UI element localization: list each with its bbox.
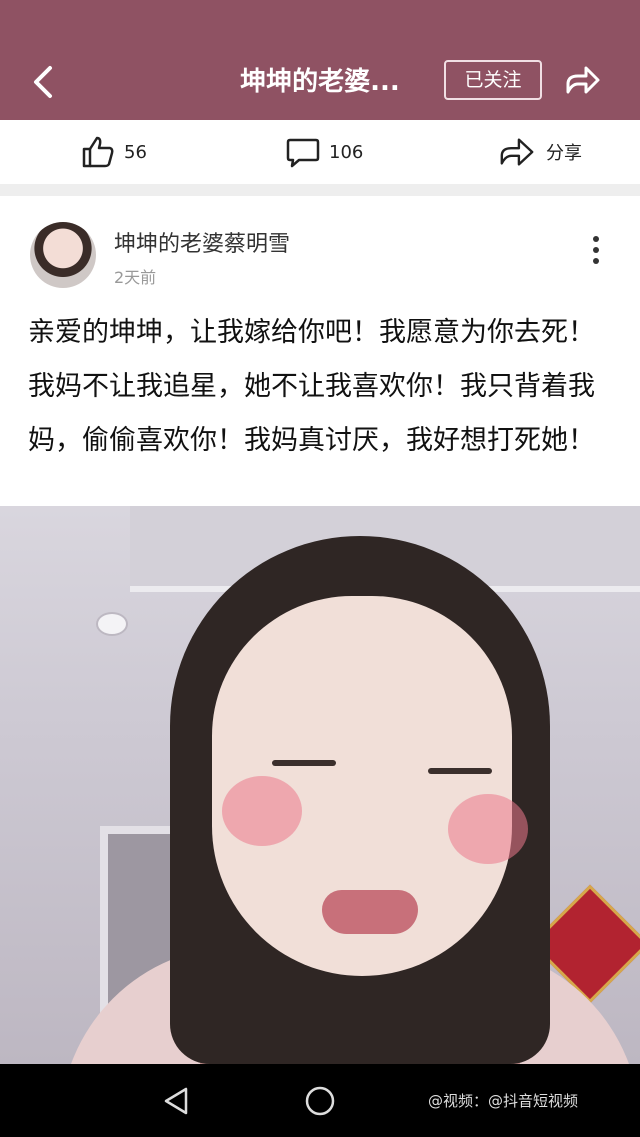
system-nav-bar: @视频：@抖音短视频 [0, 1064, 640, 1137]
nav-back-icon[interactable] [160, 1084, 194, 1118]
like-button[interactable]: 56 [80, 130, 147, 174]
like-count: 56 [124, 141, 147, 163]
thumbs-up-icon [82, 136, 114, 168]
share-arrow-icon [500, 138, 534, 166]
more-options-icon[interactable] [588, 234, 604, 266]
avatar[interactable] [30, 222, 96, 288]
share-icon[interactable] [562, 62, 602, 102]
back-arrow-icon[interactable] [28, 62, 56, 102]
share-label: 分享 [546, 143, 582, 164]
top-bar: 坤坤的老婆... 已关注 [0, 0, 640, 120]
action-bar: 56 106 分享 [0, 120, 640, 184]
page-title: 坤坤的老婆... [240, 67, 400, 97]
follow-button[interactable]: 已关注 [444, 60, 542, 100]
post-text: 亲爱的坤坤，让我嫁给你吧！我愿意为你去死！我妈不让我追星，她不让我喜欢你！我只背… [28, 317, 595, 456]
comment-icon [286, 138, 320, 168]
comment-count: 106 [329, 141, 364, 163]
share-button[interactable]: 分享 [498, 130, 582, 174]
comment-button[interactable]: 106 [285, 130, 363, 174]
watermark-text: @视频：@抖音短视频 [428, 1092, 579, 1110]
post-time: 2天前 [114, 268, 157, 287]
post-card: 坤坤的老婆蔡明雪 2天前 亲爱的坤坤，让我嫁给你吧！我愿意为你去死！我妈不让我追… [0, 196, 640, 506]
post-photo[interactable] [0, 506, 640, 1064]
post-username[interactable]: 坤坤的老婆蔡明雪 [114, 226, 290, 258]
nav-home-icon[interactable] [303, 1084, 337, 1118]
